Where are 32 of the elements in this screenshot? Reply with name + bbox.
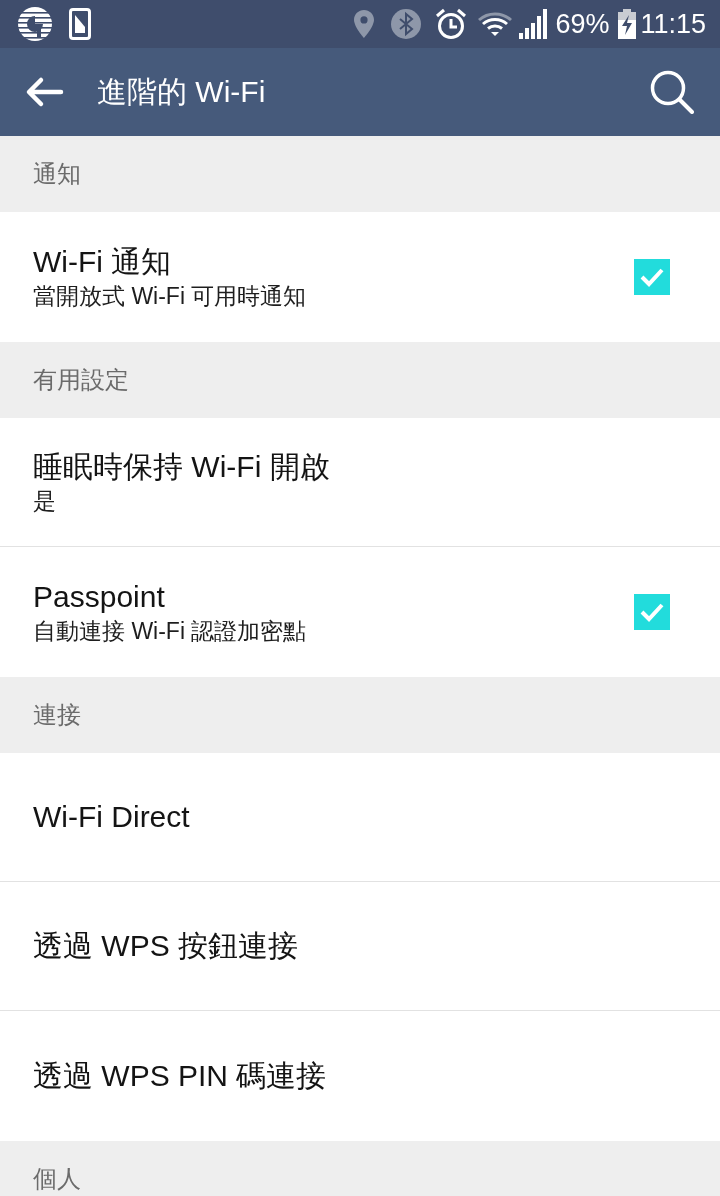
- setting-title[interactable]: 睡眠時保持 Wi-Fi 開啟: [33, 449, 670, 485]
- setting-summary: 當開放式 Wi-Fi 可用時通知: [33, 282, 308, 310]
- alarm-clock-icon: [435, 8, 468, 40]
- bluetooth-icon: [391, 9, 422, 39]
- screen-icon: [69, 8, 91, 40]
- setting-summary: 是: [33, 487, 57, 515]
- back-button[interactable]: [25, 76, 65, 108]
- section-header: 有用設定: [0, 342, 720, 418]
- setting-title[interactable]: Wi-Fi 通知: [33, 244, 634, 280]
- checkbox[interactable]: [634, 259, 670, 295]
- checkbox[interactable]: [634, 594, 670, 630]
- checkmark-icon: [640, 266, 664, 288]
- search-button[interactable]: [650, 70, 694, 114]
- setting-title[interactable]: Passpoint: [33, 579, 634, 615]
- setting-title[interactable]: Wi-Fi Direct: [33, 799, 670, 835]
- clock-time: 11:15: [640, 8, 706, 40]
- back-arrow-icon: [25, 76, 65, 108]
- setting-summary: 自動連接 Wi-Fi 認證加密點: [33, 617, 308, 645]
- section-header: 連接: [0, 677, 720, 753]
- wifi-icon: [478, 11, 513, 37]
- location-pin-icon: [354, 10, 375, 38]
- screen-title: 進階的 Wi-Fi: [97, 74, 266, 110]
- signal-bars-icon: [519, 9, 548, 39]
- section-header: 通知: [0, 136, 720, 212]
- search-icon: [650, 70, 694, 114]
- striped-circle-icon: [18, 7, 52, 41]
- section-header: 個人: [0, 1141, 720, 1196]
- setting-title[interactable]: 透過 WPS PIN 碼連接: [33, 1058, 670, 1094]
- battery-charging-icon: [618, 9, 637, 39]
- battery-percentage: 69%: [555, 8, 610, 40]
- checkmark-icon: [640, 601, 664, 623]
- setting-title[interactable]: 透過 WPS 按鈕連接: [33, 928, 670, 964]
